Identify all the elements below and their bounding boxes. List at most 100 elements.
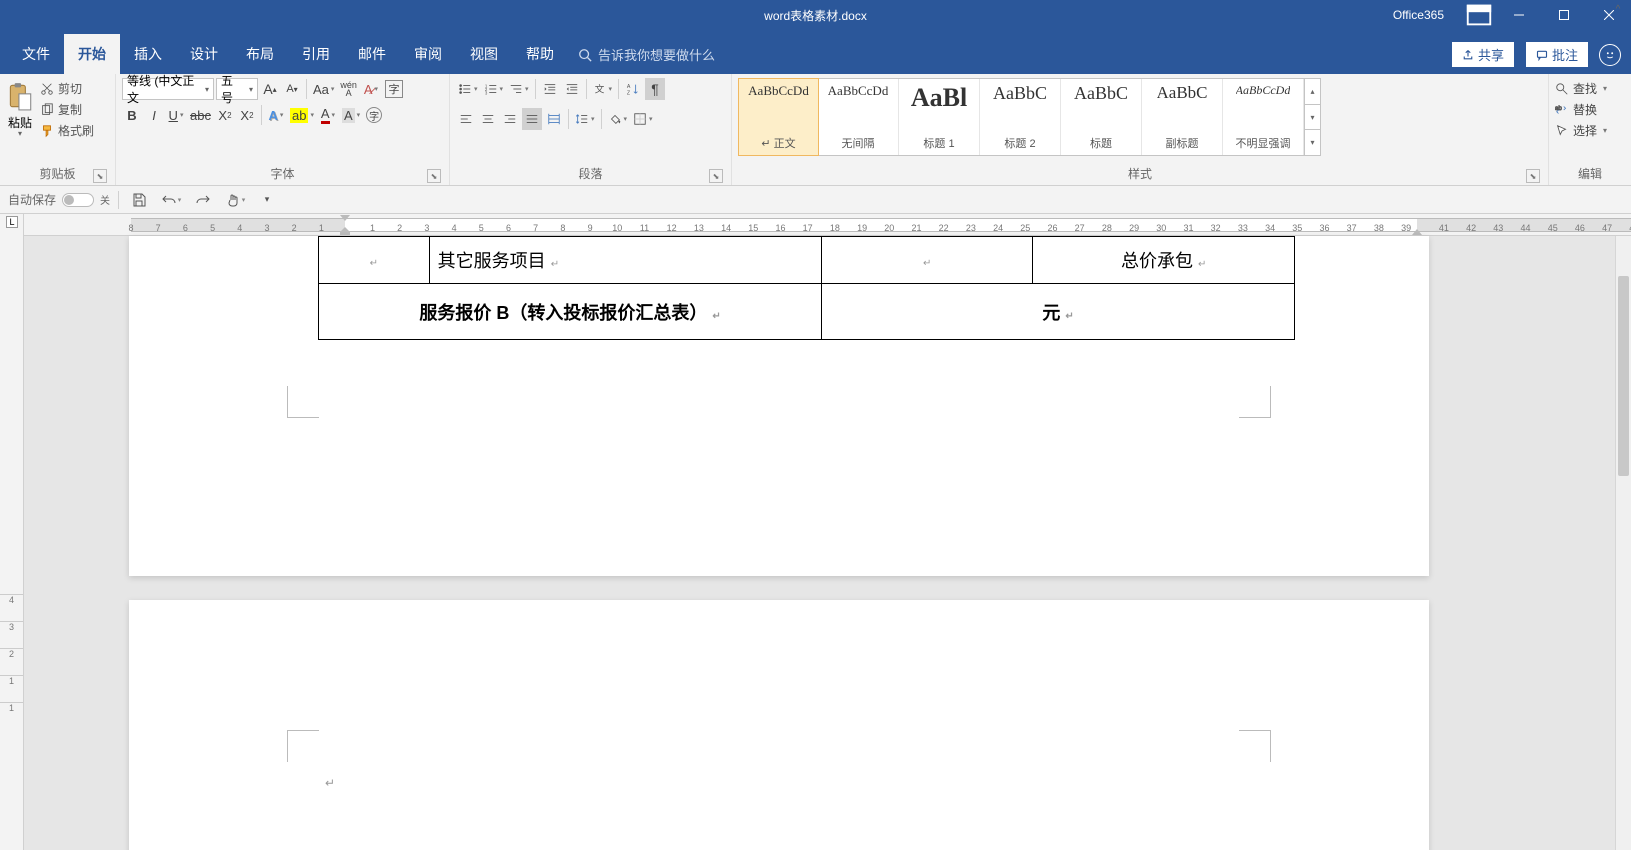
line-spacing-button[interactable] [573, 108, 597, 130]
numbering-button[interactable]: 123 [482, 78, 506, 100]
collapse-ribbon-button[interactable]: ^ [1609, 2, 1627, 16]
expand-gallery-icon[interactable]: ▾ [1305, 130, 1320, 155]
maximize-button[interactable] [1541, 0, 1586, 30]
feedback-smiley-icon[interactable] [1599, 44, 1621, 66]
table-cell[interactable]: 服务报价 B（转入投标报价汇总表） ↵ [319, 284, 822, 340]
style-标题 2[interactable]: AaBbC标题 2 [980, 79, 1061, 155]
font-name-combo[interactable]: 等线 (中文正文▾ [122, 78, 214, 100]
tab-引用[interactable]: 引用 [288, 34, 344, 74]
increase-indent-button[interactable] [562, 78, 582, 100]
first-line-indent-marker[interactable] [340, 215, 350, 221]
gallery-scroll[interactable]: ▴▾▾ [1304, 79, 1320, 155]
ribbon-display-options-icon[interactable] [1464, 0, 1494, 30]
replace-button[interactable]: ab替换 [1555, 101, 1597, 118]
show-marks-button[interactable]: ¶ [645, 78, 665, 100]
decrease-indent-button[interactable] [540, 78, 560, 100]
tab-文件[interactable]: 文件 [8, 34, 64, 74]
table-cell[interactable]: ↵ [319, 237, 430, 284]
italic-button[interactable]: I [144, 104, 164, 126]
paste-dropdown-icon[interactable]: ▾ [18, 129, 22, 138]
grow-font-button[interactable]: A▴ [260, 78, 280, 100]
tell-me-search[interactable]: 告诉我你想要做什么 [568, 45, 725, 74]
distributed-button[interactable] [544, 108, 564, 130]
change-case-button[interactable]: Aa [311, 78, 336, 100]
scroll-down-icon[interactable]: ▾ [1305, 105, 1320, 131]
underline-button[interactable]: U [166, 104, 186, 126]
redo-button[interactable] [191, 188, 215, 212]
table-row[interactable]: 服务报价 B（转入投标报价汇总表） ↵ 元 ↵ [319, 284, 1295, 340]
cut-button[interactable]: 剪切 [40, 80, 94, 97]
table-cell[interactable]: ↵ [822, 237, 1033, 284]
select-button[interactable]: 选择▾ [1555, 122, 1607, 139]
superscript-button[interactable]: X2 [237, 104, 257, 126]
paste-button[interactable]: 粘贴 ▾ [6, 78, 40, 138]
tab-邮件[interactable]: 邮件 [344, 34, 400, 74]
align-center-button[interactable] [478, 108, 498, 130]
font-color-button[interactable]: A [318, 104, 338, 126]
autosave-toggle[interactable]: 自动保存 关 [8, 191, 110, 208]
paragraph-launcher[interactable]: ⬊ [709, 169, 723, 183]
font-size-combo[interactable]: 五号▾ [216, 78, 258, 100]
borders-button[interactable] [631, 108, 655, 130]
style-无间隔[interactable]: AaBbCcDd无间隔 [818, 79, 899, 155]
tab-设计[interactable]: 设计 [176, 34, 232, 74]
style-标题[interactable]: AaBbC标题 [1061, 79, 1142, 155]
character-border-button[interactable]: 字 [364, 104, 384, 126]
save-button[interactable] [127, 188, 151, 212]
character-shading-button[interactable]: A [340, 104, 362, 126]
asian-layout-button[interactable]: 文 [591, 78, 615, 100]
align-right-button[interactable] [500, 108, 520, 130]
right-indent-marker[interactable] [1412, 229, 1422, 235]
page-2[interactable]: ↵ [129, 600, 1429, 850]
minimize-button[interactable] [1496, 0, 1541, 30]
tab-插入[interactable]: 插入 [120, 34, 176, 74]
tab-stop-selector[interactable]: L [6, 216, 18, 228]
sort-button[interactable]: AZ [623, 78, 643, 100]
copy-button[interactable]: 复制 [40, 101, 94, 118]
enclose-characters-button[interactable]: 字 [383, 78, 405, 100]
scrollbar-thumb[interactable] [1618, 276, 1629, 476]
clear-formatting-button[interactable]: A̷ [361, 78, 381, 100]
shrink-font-button[interactable]: A▾ [282, 78, 302, 100]
subscript-button[interactable]: X2 [215, 104, 235, 126]
tab-布局[interactable]: 布局 [232, 34, 288, 74]
font-launcher[interactable]: ⬊ [427, 169, 441, 183]
style-正文[interactable]: AaBbCcDd↵ 正文 [738, 78, 819, 156]
text-effects-button[interactable]: A [266, 104, 286, 126]
scroll-up-icon[interactable]: ▴ [1305, 79, 1320, 105]
style-标题 1[interactable]: AaBl标题 1 [899, 79, 980, 155]
vertical-scrollbar[interactable] [1615, 236, 1631, 850]
vertical-ruler[interactable]: L 43211 [0, 214, 24, 850]
highlight-button[interactable]: ab [288, 104, 316, 126]
tab-帮助[interactable]: 帮助 [512, 34, 568, 74]
bold-button[interactable]: B [122, 104, 142, 126]
format-painter-button[interactable]: 格式刷 [40, 122, 94, 139]
tab-视图[interactable]: 视图 [456, 34, 512, 74]
table-row[interactable]: ↵ 其它服务项目 ↵ ↵ 总价承包 ↵ [319, 237, 1295, 284]
bullets-button[interactable] [456, 78, 480, 100]
styles-gallery[interactable]: AaBbCcDd↵ 正文AaBbCcDd无间隔AaBl标题 1AaBbC标题 2… [738, 78, 1321, 156]
customize-qat-button[interactable]: ▾ [255, 188, 279, 212]
comment-button[interactable]: 批注 [1525, 41, 1589, 68]
strikethrough-button[interactable]: abc [188, 104, 213, 126]
document-table[interactable]: ↵ 其它服务项目 ↵ ↵ 总价承包 ↵ 服务报价 B（转入投标报价汇总表） ↵ … [318, 236, 1295, 340]
table-cell[interactable]: 元 ↵ [822, 284, 1295, 340]
styles-launcher[interactable]: ⬊ [1526, 169, 1540, 183]
phonetic-guide-button[interactable]: wénA [338, 78, 359, 100]
table-cell[interactable]: 其它服务项目 ↵ [429, 237, 821, 284]
tab-开始[interactable]: 开始 [64, 34, 120, 74]
undo-button[interactable] [159, 188, 183, 212]
style-不明显强调[interactable]: AaBbCcDd不明显强调 [1223, 79, 1304, 155]
style-副标题[interactable]: AaBbC副标题 [1142, 79, 1223, 155]
find-button[interactable]: 查找▾ [1555, 80, 1607, 97]
tab-审阅[interactable]: 审阅 [400, 34, 456, 74]
table-cell[interactable]: 总价承包 ↵ [1033, 237, 1295, 284]
hanging-indent-marker[interactable] [340, 227, 350, 235]
shading-button[interactable] [606, 108, 630, 130]
touch-mode-button[interactable] [223, 188, 247, 212]
share-button[interactable]: 共享 [1451, 41, 1515, 68]
multilevel-list-button[interactable] [507, 78, 531, 100]
clipboard-launcher[interactable]: ⬊ [93, 169, 107, 183]
page-1[interactable]: ↵ 其它服务项目 ↵ ↵ 总价承包 ↵ 服务报价 B（转入投标报价汇总表） ↵ … [129, 236, 1429, 576]
align-left-button[interactable] [456, 108, 476, 130]
